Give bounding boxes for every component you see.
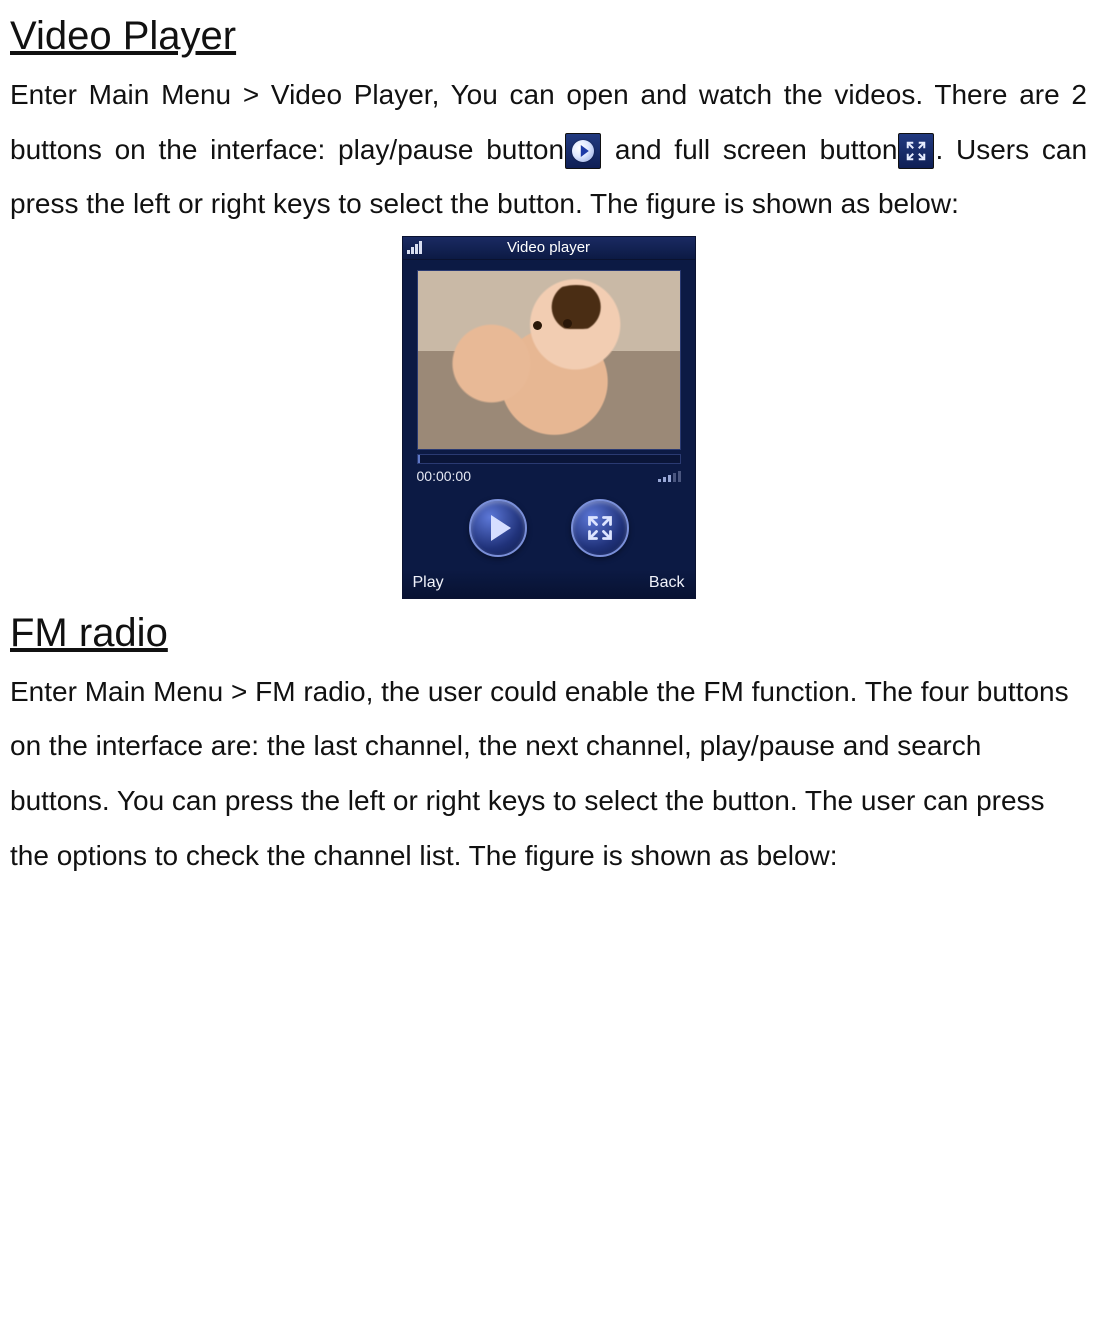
- volume-icon: [658, 470, 681, 482]
- heading-fm-radio: FM radio: [10, 607, 168, 659]
- video-thumbnail-image: [418, 271, 680, 449]
- control-row: [403, 491, 695, 569]
- elapsed-time: 00:00:00: [417, 468, 472, 485]
- fullscreen-icon: [898, 133, 934, 169]
- figure-video-player: Video player 00:00:00 Play Back: [10, 236, 1087, 599]
- signal-icon: [407, 240, 422, 254]
- softkey-left[interactable]: Play: [413, 573, 444, 592]
- softkey-right[interactable]: Back: [649, 573, 685, 592]
- text-fragment: and full screen button: [615, 134, 898, 165]
- softkey-bar: Play Back: [403, 569, 695, 598]
- time-row: 00:00:00: [417, 468, 681, 485]
- progress-bar[interactable]: [417, 454, 681, 464]
- text-fragment: Enter Main Menu > Video Player, You can …: [10, 79, 834, 110]
- fullscreen-button[interactable]: [571, 499, 629, 557]
- play-button[interactable]: [469, 499, 527, 557]
- video-preview: [417, 270, 681, 450]
- phone-titlebar: Video player: [403, 237, 695, 260]
- text-fragment: select the button. The figure is shown a…: [370, 188, 959, 219]
- phone-title: Video player: [507, 239, 590, 257]
- video-player-paragraph: Enter Main Menu > Video Player, You can …: [10, 68, 1087, 232]
- play-pause-icon: [565, 133, 601, 169]
- phone-screen: Video player 00:00:00 Play Back: [402, 236, 696, 599]
- heading-video-player: Video Player: [10, 10, 236, 62]
- fm-radio-paragraph: Enter Main Menu > FM radio, the user cou…: [10, 665, 1087, 883]
